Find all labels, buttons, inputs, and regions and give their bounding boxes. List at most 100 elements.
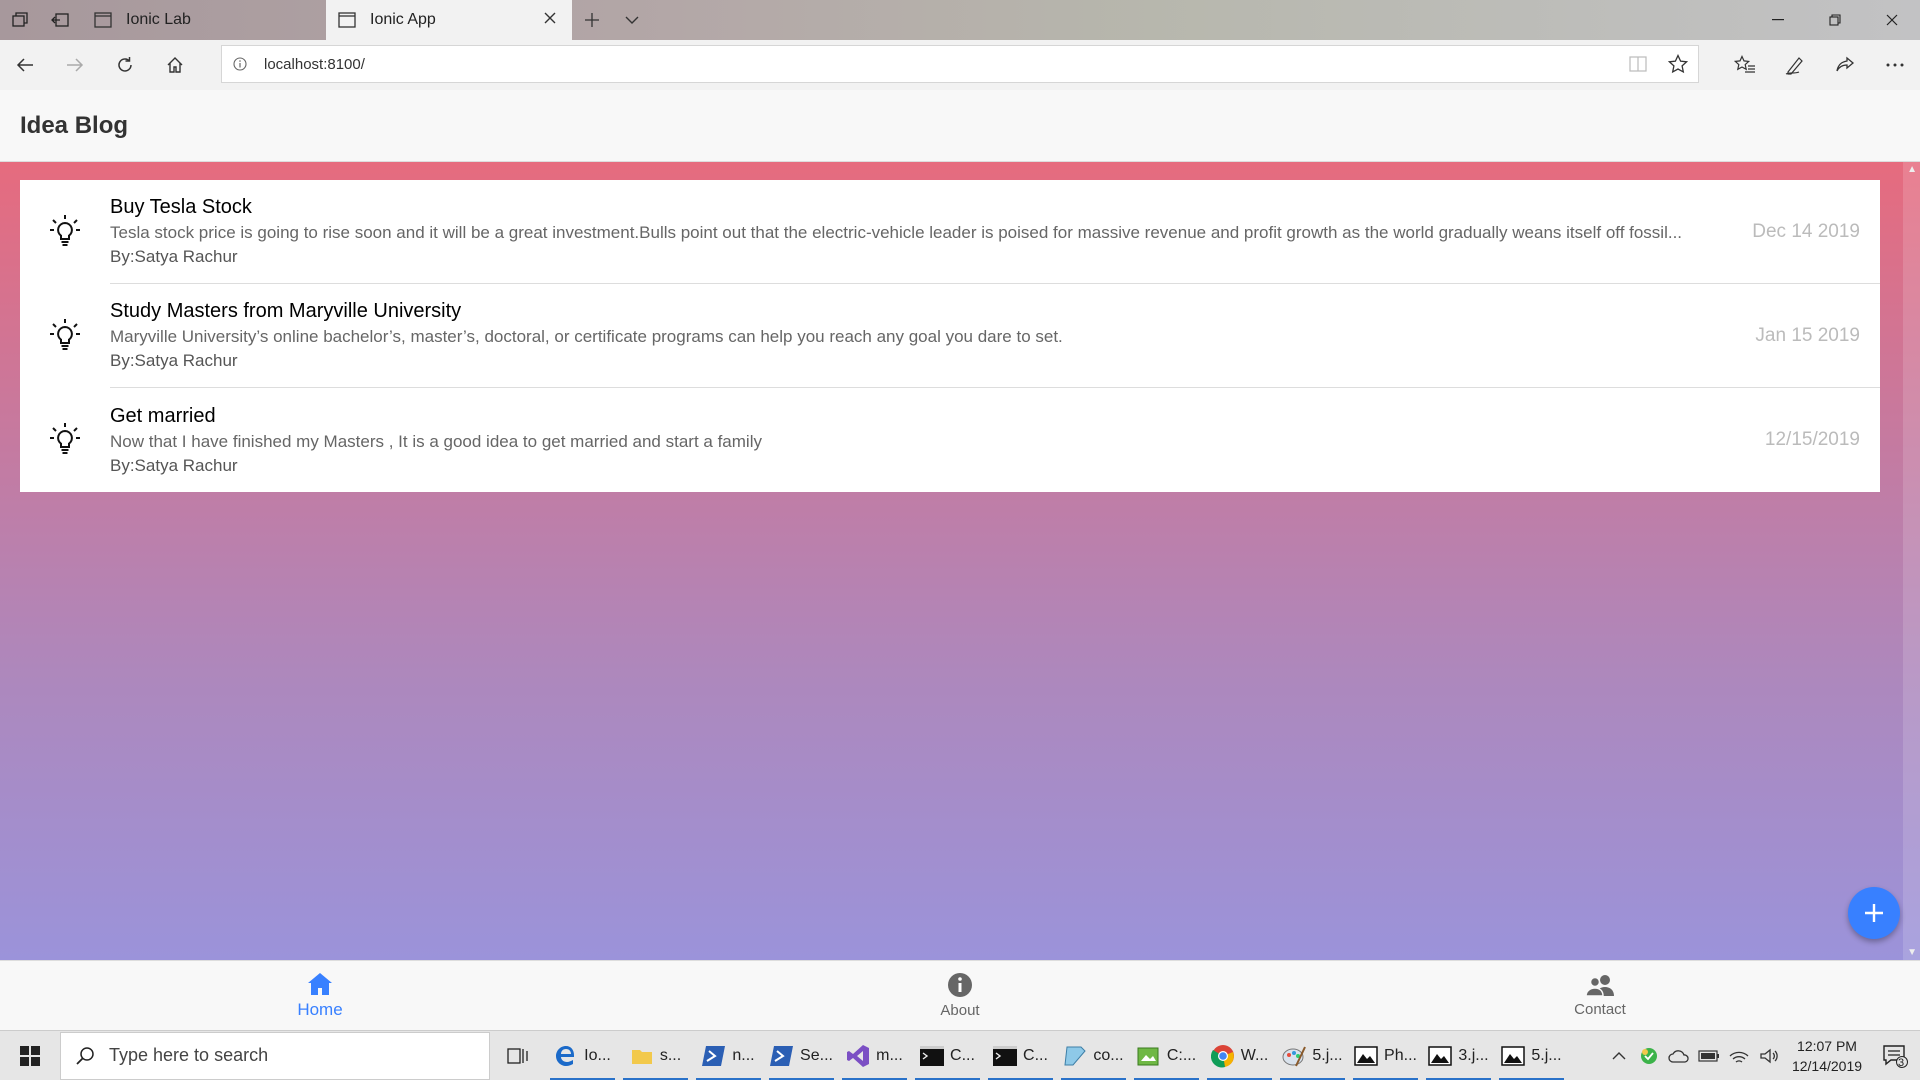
- taskbar-app[interactable]: C...: [984, 1031, 1057, 1080]
- volume-icon[interactable]: [1754, 1048, 1784, 1064]
- taskbar-app[interactable]: 5.j...: [1495, 1031, 1568, 1080]
- refresh-icon[interactable]: [100, 40, 150, 90]
- taskbar-app[interactable]: s...: [619, 1031, 692, 1080]
- photos-icon: [1428, 1044, 1453, 1068]
- image-editor-icon: [1137, 1044, 1161, 1068]
- scroll-up-icon[interactable]: ▲: [1907, 164, 1917, 175]
- idea-list-item[interactable]: Study Masters from Maryville University …: [20, 284, 1880, 388]
- system-clock[interactable]: 12:07 PM 12/14/2019: [1784, 1036, 1870, 1076]
- taskbar-app-label: C...: [950, 1046, 975, 1064]
- chevron-up-icon[interactable]: [1604, 1051, 1634, 1061]
- taskbar-app-label: m...: [876, 1046, 903, 1064]
- idea-date: 12/15/2019: [1764, 429, 1860, 450]
- taskbar-app-label: co...: [1093, 1046, 1124, 1064]
- visual-studio-icon: [846, 1044, 870, 1068]
- search-icon: [76, 1046, 94, 1065]
- share-icon[interactable]: [1820, 40, 1870, 90]
- page-icon: [94, 12, 112, 28]
- url-text[interactable]: localhost:8100/: [258, 56, 1618, 73]
- taskbar-app-label: 3.j...: [1458, 1046, 1489, 1064]
- tab-home[interactable]: Home: [0, 961, 640, 1030]
- taskbar-app-label: Ph...: [1384, 1046, 1417, 1064]
- wifi-icon[interactable]: [1724, 1048, 1754, 1064]
- idea-author: By:Satya Rachur: [110, 455, 238, 475]
- taskbar-app[interactable]: C:...: [1130, 1031, 1203, 1080]
- scroll-down-icon[interactable]: ▼: [1907, 947, 1917, 958]
- onedrive-icon[interactable]: [1664, 1049, 1694, 1063]
- address-bar[interactable]: localhost:8100/: [221, 45, 1699, 83]
- taskbar-app[interactable]: n...: [692, 1031, 765, 1080]
- taskbar-app[interactable]: 3.j...: [1422, 1031, 1495, 1080]
- action-center-icon[interactable]: 3: [1870, 1044, 1920, 1069]
- taskbar-app[interactable]: Io...: [546, 1031, 619, 1080]
- taskbar-app[interactable]: C...: [911, 1031, 984, 1080]
- browser-actions: [1720, 40, 1920, 90]
- tab-label: About: [940, 1002, 980, 1019]
- minimize-icon[interactable]: [1749, 0, 1806, 40]
- folder-icon: [630, 1044, 654, 1068]
- more-icon[interactable]: [1870, 40, 1920, 90]
- app-content[interactable]: Buy Tesla Stock Tesla stock price is goi…: [0, 162, 1920, 960]
- browser-tab-active[interactable]: Ionic App: [326, 0, 572, 40]
- powershell-icon: [702, 1044, 726, 1068]
- back-arrow-icon[interactable]: [0, 40, 50, 90]
- idea-description: Maryville University’s online bachelor’s…: [110, 327, 1063, 346]
- chrome-icon: [1210, 1044, 1235, 1068]
- taskbar-app-label: 5.j...: [1531, 1046, 1562, 1064]
- idea-list-item[interactable]: Get married Now that I have finished my …: [20, 388, 1880, 492]
- forward-arrow-icon[interactable]: [50, 40, 100, 90]
- taskbar-app[interactable]: m...: [838, 1031, 911, 1080]
- home-icon: [308, 972, 332, 995]
- tab-actions-icon[interactable]: [0, 0, 40, 40]
- tab-label: Contact: [1574, 1001, 1626, 1018]
- photos-icon: [1354, 1044, 1378, 1068]
- close-tab-icon[interactable]: [540, 11, 560, 29]
- restore-icon[interactable]: [1806, 0, 1863, 40]
- tab-about[interactable]: About: [640, 961, 1280, 1030]
- security-icon[interactable]: [1634, 1047, 1664, 1065]
- system-tray: 12:07 PM 12/14/2019 3: [1604, 1031, 1920, 1080]
- tab-label: Home: [297, 999, 343, 1019]
- taskbar-app[interactable]: Ph...: [1349, 1031, 1422, 1080]
- idea-date: Dec 14 2019: [1752, 220, 1860, 242]
- set-tabs-aside-icon[interactable]: [40, 0, 80, 40]
- edge-icon: [554, 1044, 578, 1068]
- page-icon: [338, 12, 356, 28]
- star-icon[interactable]: [1658, 54, 1698, 74]
- favorites-icon[interactable]: [1720, 40, 1770, 90]
- tab-bar: Home About Contact: [0, 960, 1920, 1030]
- add-icon: [1865, 904, 1883, 922]
- tab-contact[interactable]: Contact: [1280, 961, 1920, 1030]
- taskbar-app-label: 5.j...: [1312, 1046, 1343, 1064]
- idea-list-item[interactable]: Buy Tesla Stock Tesla stock price is goi…: [20, 180, 1880, 284]
- pen-icon[interactable]: [1770, 40, 1820, 90]
- taskbar-app-label: n...: [732, 1046, 755, 1064]
- tab-title: Ionic Lab: [126, 11, 191, 28]
- add-idea-button[interactable]: [1848, 887, 1900, 939]
- terminal-icon: [993, 1044, 1018, 1068]
- site-info-icon[interactable]: [222, 57, 258, 71]
- browser-tab[interactable]: Ionic Lab: [82, 0, 326, 40]
- task-view-icon[interactable]: [490, 1031, 546, 1080]
- home-icon[interactable]: [150, 40, 200, 90]
- taskbar-search[interactable]: Type here to search: [60, 1031, 490, 1080]
- windows-taskbar: Type here to search Io... s... n... Se..…: [0, 1030, 1920, 1080]
- close-window-icon[interactable]: [1863, 0, 1920, 40]
- notification-count: 3: [1898, 1056, 1905, 1069]
- taskbar-app[interactable]: co...: [1057, 1031, 1130, 1080]
- taskbar-app[interactable]: Se...: [765, 1031, 838, 1080]
- scrollbar[interactable]: ▲ ▼: [1903, 162, 1920, 960]
- idea-author: By:Satya Rachur: [110, 351, 238, 370]
- reading-view-icon[interactable]: [1618, 56, 1658, 72]
- browser-tab-strip: Ionic Lab Ionic App: [0, 0, 1920, 40]
- tab-title: Ionic App: [370, 11, 436, 28]
- battery-icon[interactable]: [1694, 1049, 1724, 1062]
- taskbar-app-label: Io...: [584, 1046, 611, 1064]
- taskbar-app[interactable]: W...: [1203, 1031, 1276, 1080]
- taskbar-app[interactable]: 5.j...: [1276, 1031, 1349, 1080]
- search-placeholder: Type here to search: [109, 1045, 269, 1065]
- lightbulb-icon: [20, 214, 110, 250]
- chevron-down-icon[interactable]: [612, 0, 652, 40]
- windows-start-icon[interactable]: [0, 1031, 60, 1080]
- new-tab-icon[interactable]: [572, 0, 612, 40]
